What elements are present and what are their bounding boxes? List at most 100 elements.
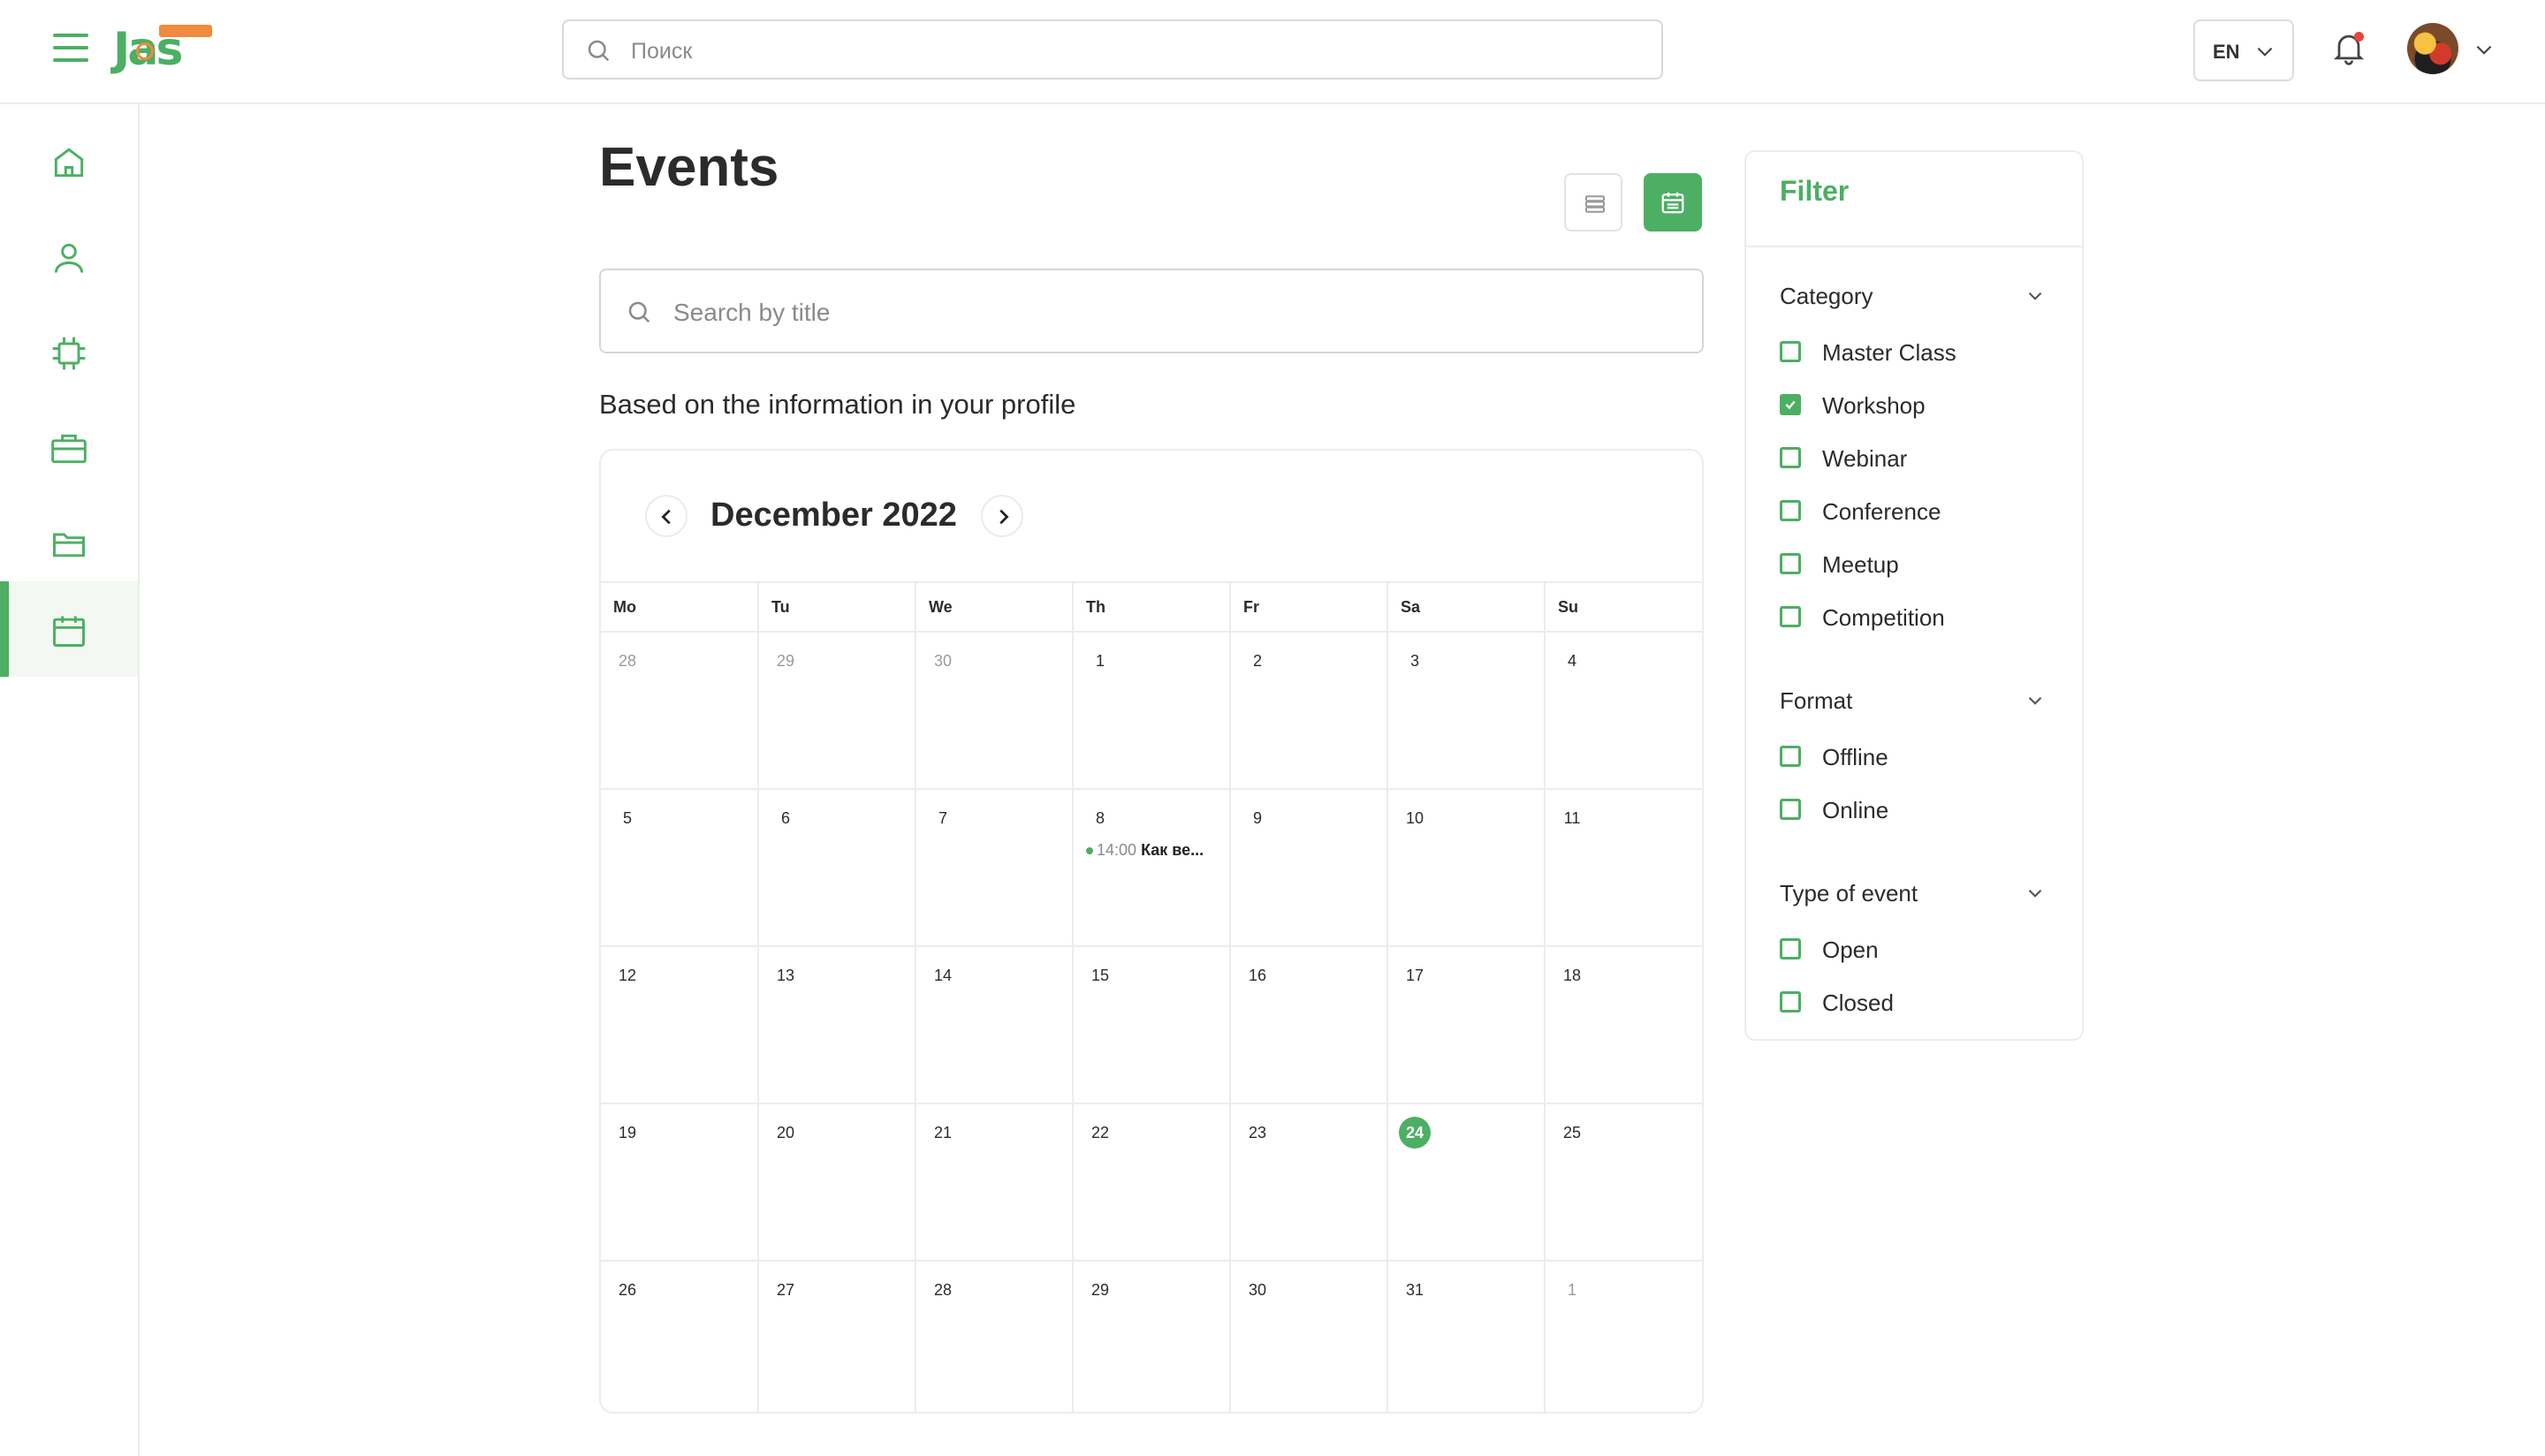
calendar-day-cell[interactable]: 1 xyxy=(1545,1260,1702,1412)
calendar-day-cell[interactable]: 15 xyxy=(1073,945,1231,1103)
chevron-down-icon[interactable] xyxy=(2024,284,2047,312)
weekday-label: Th xyxy=(1073,581,1231,632)
checkbox[interactable] xyxy=(1780,394,1801,415)
menu-icon[interactable] xyxy=(53,34,88,65)
avatar[interactable] xyxy=(2407,23,2458,74)
filter-group-label[interactable]: Type of event xyxy=(1780,880,1918,907)
calendar-day-cell[interactable]: 14 xyxy=(915,945,1074,1103)
calendar-week-row: 28 29 30 1 2 3 4 xyxy=(601,631,1702,789)
calendar-day-cell[interactable]: 22 xyxy=(1073,1103,1231,1261)
filter-group-label[interactable]: Category xyxy=(1780,283,1873,310)
calendar-day-cell[interactable]: 17 xyxy=(1387,945,1546,1103)
calendar-day-cell[interactable]: 19 xyxy=(601,1103,759,1261)
filter-option-label: Open xyxy=(1822,937,1879,963)
filter-title: Filter xyxy=(1780,175,1850,207)
calendar-day-cell[interactable]: 21 xyxy=(915,1103,1074,1261)
day-number: 31 xyxy=(1405,1281,1424,1299)
chevron-down-icon[interactable] xyxy=(2471,39,2497,62)
calendar-day-cell[interactable]: 18 xyxy=(1545,945,1702,1103)
calendar-day-cell[interactable]: 7 xyxy=(915,788,1074,946)
checkbox[interactable] xyxy=(1780,447,1801,468)
sidebar-item-chip[interactable] xyxy=(0,304,138,399)
list-view-button[interactable] xyxy=(1564,173,1622,231)
sidebar-item-events[interactable] xyxy=(0,581,138,677)
calendar-week-row: 19 20 21 22 23 24 25 xyxy=(601,1103,1702,1261)
sidebar-item-jobs[interactable] xyxy=(0,399,138,495)
chevron-down-icon[interactable] xyxy=(2024,689,2047,717)
search-icon xyxy=(588,40,610,62)
calendar-day-cell[interactable]: 25 xyxy=(1545,1103,1702,1261)
calendar-view-button[interactable] xyxy=(1644,173,1702,231)
chevron-down-icon xyxy=(2257,47,2273,57)
calendar-day-cell[interactable]: 5 xyxy=(601,788,759,946)
calendar-day-cell[interactable]: 11 xyxy=(1545,788,1702,946)
calendar-day-cell[interactable]: 28 xyxy=(915,1260,1074,1412)
checkbox[interactable] xyxy=(1780,500,1801,521)
calendar-day-cell[interactable]: 8 14:00 Как ве... xyxy=(1073,788,1231,946)
checkbox[interactable] xyxy=(1780,341,1801,362)
global-search-placeholder: Поиск xyxy=(631,39,693,64)
calendar-body: 28 29 30 1 2 3 4 5 6 7 8 14:00 Как ве... 9 10 11 12 13 14… xyxy=(601,631,1702,1412)
calendar-day-cell[interactable]: 9 xyxy=(1230,788,1388,946)
calendar-day-cell[interactable]: 29 xyxy=(1073,1260,1231,1412)
event-chip[interactable]: 14:00 Как ве... xyxy=(1086,841,1219,860)
calendar-day-cell[interactable]: 29 xyxy=(758,631,916,789)
filter-option-label: Closed xyxy=(1822,990,1894,1016)
filter-option-label: Workshop xyxy=(1822,392,1926,419)
day-number: 28 xyxy=(933,1281,953,1299)
checkbox[interactable] xyxy=(1780,606,1801,627)
prev-month-button[interactable] xyxy=(645,495,688,537)
logo-tag xyxy=(159,25,212,37)
calendar-day-cell[interactable]: 4 xyxy=(1545,631,1702,789)
calendar-day-cell[interactable]: 30 xyxy=(915,631,1074,789)
calendar-day-cell[interactable]: 30 xyxy=(1230,1260,1388,1412)
calendar-day-cell[interactable]: 16 xyxy=(1230,945,1388,1103)
chevron-down-icon[interactable] xyxy=(2024,882,2047,909)
day-number: 13 xyxy=(776,967,795,984)
language-selector[interactable]: EN xyxy=(2193,19,2294,81)
sidebar-item-files[interactable] xyxy=(0,495,138,590)
folder-icon xyxy=(53,533,85,557)
day-number: 1 xyxy=(1095,652,1105,670)
title-search-placeholder: Search by title xyxy=(673,299,831,326)
event-title: Как ве... xyxy=(1141,841,1204,859)
calendar-week-row: 5 6 7 8 14:00 Как ве... 9 10 11 xyxy=(601,788,1702,946)
day-number: 26 xyxy=(618,1281,637,1299)
filter-group-label[interactable]: Format xyxy=(1780,687,1852,715)
calendar-day-cell[interactable]: 26 xyxy=(601,1260,759,1412)
title-search-input[interactable]: Search by title xyxy=(599,269,1704,353)
checkbox[interactable] xyxy=(1780,991,1801,1012)
day-number: 15 xyxy=(1090,967,1110,984)
filter-option-label: Meetup xyxy=(1822,551,1899,578)
calendar-day-cell[interactable]: 24 xyxy=(1387,1103,1546,1261)
day-number: 12 xyxy=(618,967,637,984)
day-number: 1 xyxy=(1567,1281,1576,1299)
weekday-label: Sa xyxy=(1387,581,1546,632)
global-search-input[interactable]: Поиск xyxy=(562,19,1663,80)
sidebar xyxy=(0,102,140,1456)
calendar-day-cell[interactable]: 28 xyxy=(601,631,759,789)
calendar-day-cell[interactable]: 31 xyxy=(1387,1260,1546,1412)
next-month-button[interactable] xyxy=(981,495,1023,537)
calendar-day-cell[interactable]: 20 xyxy=(758,1103,916,1261)
sidebar-item-profile[interactable] xyxy=(0,209,138,304)
calendar-day-cell[interactable]: 23 xyxy=(1230,1103,1388,1261)
calendar-day-cell[interactable]: 13 xyxy=(758,945,916,1103)
day-number: 11 xyxy=(1563,809,1581,827)
calendar-day-cell[interactable]: 6 xyxy=(758,788,916,946)
sidebar-item-home[interactable] xyxy=(0,113,138,209)
calendar-day-cell[interactable]: 2 xyxy=(1230,631,1388,789)
weekday-label: Tu xyxy=(758,581,916,632)
calendar-day-cell[interactable]: 10 xyxy=(1387,788,1546,946)
checkbox[interactable] xyxy=(1780,938,1801,959)
calendar-day-cell[interactable]: 1 xyxy=(1073,631,1231,789)
logo[interactable]: Jas xyxy=(113,23,212,74)
calendar-day-cell[interactable]: 12 xyxy=(601,945,759,1103)
checkbox[interactable] xyxy=(1780,553,1801,574)
filter-option-label: Conference xyxy=(1822,498,1941,525)
calendar-day-cell[interactable]: 3 xyxy=(1387,631,1546,789)
checkbox[interactable] xyxy=(1780,746,1801,767)
checkbox[interactable] xyxy=(1780,799,1801,820)
divider xyxy=(1746,246,2082,247)
calendar-day-cell[interactable]: 27 xyxy=(758,1260,916,1412)
